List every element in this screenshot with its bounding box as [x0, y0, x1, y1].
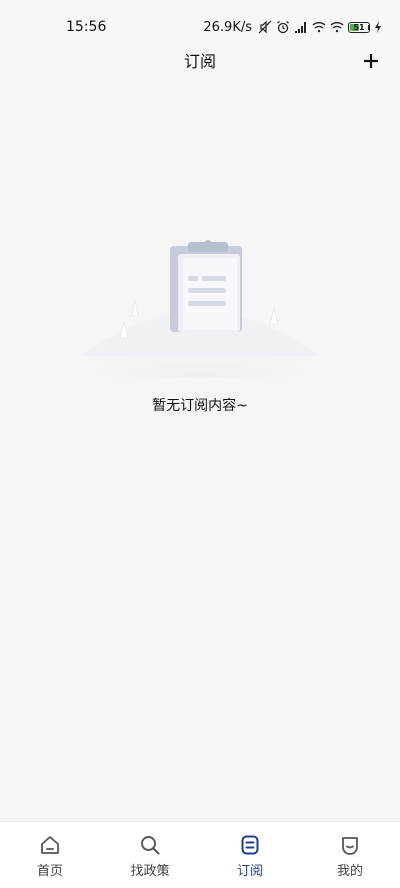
bottom-tab-bar: 首页 找政策 订阅 我的 — [0, 821, 400, 888]
status-time: 15:56 — [66, 19, 107, 35]
charging-icon — [375, 21, 381, 33]
net-speed: 26.9K/s — [203, 19, 252, 35]
battery-level: 51 — [353, 22, 365, 32]
tab-home[interactable]: 首页 — [0, 822, 100, 888]
tab-mine[interactable]: 我的 — [300, 822, 400, 888]
battery-icon: 51 — [348, 21, 370, 33]
profile-icon — [342, 837, 358, 855]
tab-find-policy[interactable]: 找政策 — [100, 822, 200, 888]
tab-subscription[interactable]: 订阅 — [200, 822, 300, 888]
page-title: 订阅 — [183, 52, 216, 71]
tab-home-label: 首页 — [36, 864, 63, 879]
plus-icon[interactable] — [362, 52, 380, 70]
search-icon — [141, 836, 160, 855]
wifi-icon-2 — [330, 22, 344, 33]
mute-icon — [258, 20, 272, 34]
tab-find-policy-label: 找政策 — [130, 864, 170, 879]
alarm-icon — [277, 20, 289, 34]
wifi-icon — [312, 22, 326, 33]
signal-icon — [295, 22, 306, 33]
tab-subscription-label: 订阅 — [236, 864, 263, 879]
status-icons: 26.9K/s 51 — [203, 18, 382, 36]
tab-mine-label: 我的 — [336, 864, 363, 879]
home-icon — [41, 836, 59, 854]
empty-message: 暂无订阅内容~ — [152, 398, 248, 414]
header: 订阅 — [0, 44, 400, 80]
subscription-icon — [241, 835, 259, 855]
status-bar: 15:56 26.9K/s 51 — [0, 0, 400, 44]
clipboard-illustration — [75, 240, 325, 378]
